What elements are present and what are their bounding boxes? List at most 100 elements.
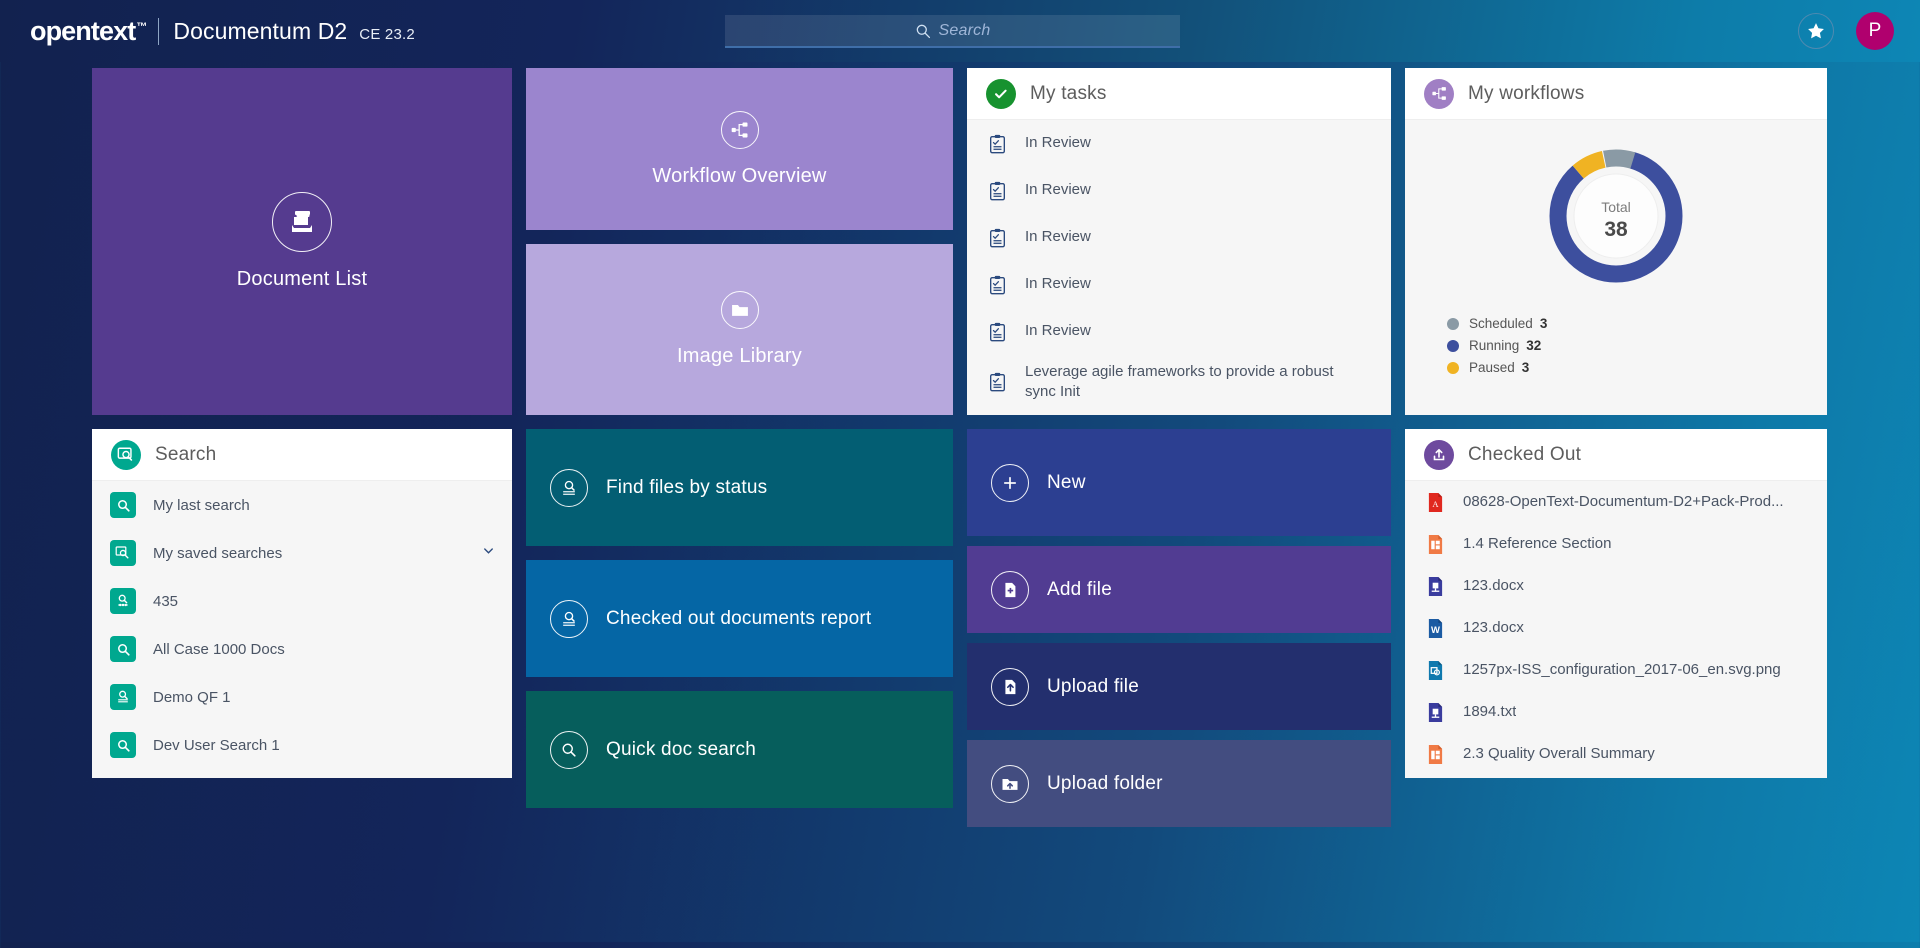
file-label: 1.4 Reference Section xyxy=(1463,534,1611,554)
search-item-label: Demo QF 1 xyxy=(153,689,231,706)
search-item[interactable]: Dev User search 2 xyxy=(92,769,512,778)
folder-icon xyxy=(721,291,759,329)
my-tasks-header: My tasks xyxy=(967,68,1391,120)
search-item-saved-searches[interactable]: My saved searches xyxy=(92,529,512,577)
tile-add-file[interactable]: Add file xyxy=(967,546,1391,633)
tile-upload-folder[interactable]: Upload folder xyxy=(967,740,1391,827)
workflow-nodes-icon xyxy=(1424,79,1454,109)
app-header: opentext™ Documentum D2 CE 23.2 Search P xyxy=(0,0,1920,62)
tile-label: Checked out documents report xyxy=(606,608,871,630)
search-item[interactable]: All Case 1000 Docs xyxy=(92,625,512,673)
checked-out-list: A 08628-OpenText-Documentum-D2+Pack-Prod… xyxy=(1405,481,1827,778)
favorites-button[interactable] xyxy=(1798,13,1834,49)
tile-find-files-by-status[interactable]: Find files by status xyxy=(526,429,953,546)
opentext-logo: opentext™ xyxy=(30,18,146,45)
file-plus-icon xyxy=(991,571,1029,609)
search-item-label: My saved searches xyxy=(153,545,282,562)
column-4: My workflows Total 38 Sche xyxy=(1405,68,1827,948)
folder-upload-icon xyxy=(991,765,1029,803)
brand-divider xyxy=(158,18,159,45)
workflow-chart: Total 38 Scheduled 3 Running 32 xyxy=(1405,120,1827,415)
task-item[interactable]: In Review xyxy=(967,120,1391,167)
task-clipboard-icon xyxy=(986,178,1008,204)
search-icon xyxy=(110,636,136,662)
doc-file-icon xyxy=(1424,699,1446,725)
task-label: Leverage agile frameworks to provide a r… xyxy=(1025,362,1355,403)
search-item-label: All Case 1000 Docs xyxy=(153,641,285,658)
task-label: In Review xyxy=(1025,133,1091,153)
checked-out-item[interactable]: 2.3 Quality Overall Summary xyxy=(1405,733,1827,775)
tile-quick-doc-search[interactable]: Quick doc search xyxy=(526,691,953,808)
user-avatar[interactable]: P xyxy=(1856,12,1894,50)
file-label: 1257px-ISS_configuration_2017-06_en.svg.… xyxy=(1463,660,1781,680)
search-item[interactable]: My last search xyxy=(92,481,512,529)
chevron-down-icon[interactable] xyxy=(481,543,496,563)
search-panel: Search My last search My saved searches … xyxy=(92,429,512,778)
tile-image-library[interactable]: Image Library xyxy=(526,244,953,415)
checked-out-item[interactable]: A 08628-OpenText-Documentum-D2+Pack-Prod… xyxy=(1405,481,1827,523)
task-item[interactable]: In Review xyxy=(967,214,1391,261)
checked-out-header: Checked Out xyxy=(1405,429,1827,481)
dashboard-grid: Document List Search My last search xyxy=(92,68,1830,948)
task-item[interactable]: Leverage agile frameworks to provide a r… xyxy=(967,355,1391,409)
panel-title: My tasks xyxy=(1030,83,1107,105)
tile-label: Document List xyxy=(237,268,367,291)
legend-item-paused: Paused 3 xyxy=(1447,360,1547,375)
checked-out-item[interactable]: 2.3.P Drug Product (Name, Dosage form) xyxy=(1405,775,1827,778)
search-panel-list: My last search My saved searches 435 All… xyxy=(92,481,512,778)
checked-out-item[interactable]: 1894.txt xyxy=(1405,691,1827,733)
check-circle-icon xyxy=(986,79,1016,109)
legend-value: 3 xyxy=(1522,360,1530,375)
search-input[interactable]: Search xyxy=(939,22,991,40)
file-label: 2.3 Quality Overall Summary xyxy=(1463,744,1655,764)
legend-value: 3 xyxy=(1540,316,1548,331)
my-tasks-list: In Review In Review In Review In Review … xyxy=(967,120,1391,415)
svg-text:A: A xyxy=(1432,499,1439,509)
search-icon xyxy=(110,732,136,758)
task-label: In Review xyxy=(1025,274,1091,294)
legend-item-scheduled: Scheduled 3 xyxy=(1447,316,1547,331)
checked-out-item[interactable]: 123.docx xyxy=(1405,565,1827,607)
task-label: In Review xyxy=(1025,180,1091,200)
search-item[interactable]: Dev User Search 1 xyxy=(92,721,512,769)
file-label: 123.docx xyxy=(1463,576,1524,596)
my-workflows-panel: My workflows Total 38 Sche xyxy=(1405,68,1827,415)
checked-out-item[interactable]: 1.4 Reference Section xyxy=(1405,523,1827,565)
legend-label: Running xyxy=(1469,338,1519,353)
tile-label: Quick doc search xyxy=(606,739,756,761)
workflow-nodes-icon xyxy=(721,111,759,149)
svg-text:W: W xyxy=(1431,625,1440,636)
task-clipboard-icon xyxy=(986,319,1008,345)
task-item[interactable]: In Review xyxy=(967,167,1391,214)
global-search[interactable]: Search xyxy=(725,15,1180,48)
tile-document-list[interactable]: Document List xyxy=(92,68,512,415)
header-actions: P xyxy=(1798,0,1894,62)
pdf-file-icon: A xyxy=(1424,489,1446,515)
checked-out-item[interactable]: W 123.docx xyxy=(1405,607,1827,649)
column-3: My tasks In Review In Review In Review xyxy=(967,68,1391,948)
tile-label: Workflow Overview xyxy=(652,165,826,188)
tile-label: New xyxy=(1047,472,1086,494)
checked-out-item[interactable]: 1257px-ISS_configuration_2017-06_en.svg.… xyxy=(1405,649,1827,691)
task-item[interactable]: In Review xyxy=(967,308,1391,355)
tile-workflow-overview[interactable]: Workflow Overview xyxy=(526,68,953,230)
tile-checked-out-documents-report[interactable]: Checked out documents report xyxy=(526,560,953,677)
task-clipboard-icon xyxy=(986,225,1008,251)
doc-file-icon xyxy=(1424,573,1446,599)
tile-upload-file[interactable]: Upload file xyxy=(967,643,1391,730)
search-icon xyxy=(550,731,588,769)
task-item[interactable]: In Review xyxy=(967,261,1391,308)
search-item[interactable]: 435 xyxy=(92,577,512,625)
panel-title: Search xyxy=(155,444,216,466)
search-doc-icon xyxy=(550,600,588,638)
star-icon xyxy=(1806,21,1826,41)
tile-label: Find files by status xyxy=(606,477,767,499)
search-item-label: My last search xyxy=(153,497,250,514)
plus-icon xyxy=(991,464,1029,502)
legend-swatch xyxy=(1447,318,1459,330)
search-item[interactable]: Demo QF 1 xyxy=(92,673,512,721)
donut-total-value: 38 xyxy=(1604,218,1628,241)
tile-new[interactable]: New xyxy=(967,429,1391,536)
my-workflows-header: My workflows xyxy=(1405,68,1827,120)
file-upload-icon xyxy=(991,668,1029,706)
